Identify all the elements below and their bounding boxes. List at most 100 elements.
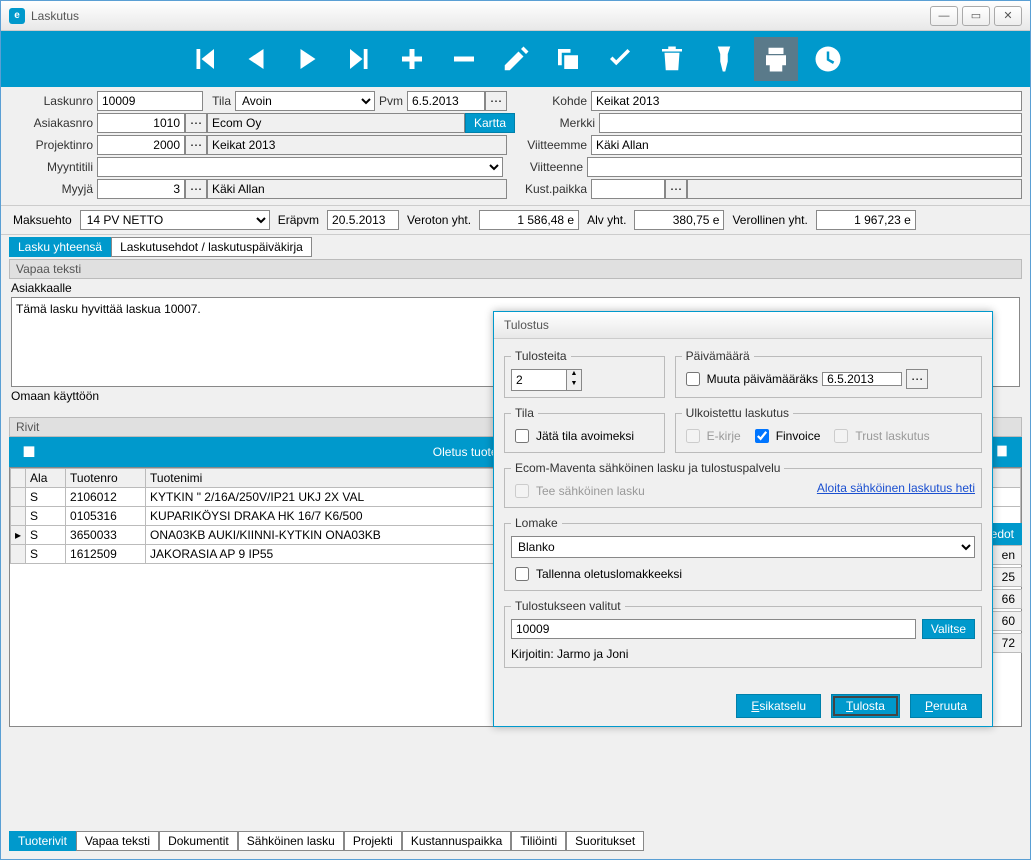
clock-icon[interactable]: [806, 37, 850, 81]
dialog-pvm-input[interactable]: [822, 372, 902, 386]
jata-avoimeksi-checkbox[interactable]: [515, 429, 529, 443]
valitut-input[interactable]: [511, 619, 916, 639]
last-record-icon[interactable]: [338, 37, 382, 81]
add-icon[interactable]: [390, 37, 434, 81]
bottom-tab-projekti[interactable]: Projekti: [344, 831, 402, 851]
tulosta-button[interactable]: Tulosta: [831, 694, 900, 718]
bottom-tab-tuoterivit[interactable]: Tuoterivit: [9, 831, 76, 851]
bottom-tab-vapaa-teksti[interactable]: Vapaa teksti: [76, 831, 159, 851]
close-button[interactable]: ✕: [994, 6, 1022, 26]
spin-up-icon[interactable]: ▲: [567, 370, 581, 380]
finvoice-checkbox[interactable]: [755, 429, 769, 443]
laskunro-input[interactable]: [97, 91, 203, 111]
tab-laskutusehdot[interactable]: Laskutusehdot / laskutuspäiväkirja: [111, 237, 312, 257]
summary-tabs: Lasku yhteensä Laskutusehdot / laskutusp…: [1, 235, 1030, 259]
prev-record-icon[interactable]: [234, 37, 278, 81]
print-icon[interactable]: [754, 37, 798, 81]
kirjoitin-label: Kirjoitin: Jarmo ja Joni: [511, 647, 975, 661]
muuta-pvm-checkbox[interactable]: [686, 372, 700, 386]
ulkoistettu-label: Ulkoistettu laskutus: [682, 406, 793, 420]
kustpaikka-lookup-button[interactable]: ⋯: [665, 179, 687, 199]
viitteenne-input[interactable]: [587, 157, 1022, 177]
confirm-icon[interactable]: [598, 37, 642, 81]
kohde-input[interactable]: [591, 91, 1022, 111]
projektinro-lookup-button[interactable]: ⋯: [185, 135, 207, 155]
asiakasnro-lookup-button[interactable]: ⋯: [185, 113, 207, 133]
minimize-button[interactable]: —: [930, 6, 958, 26]
maventa-label: Ecom-Maventa sähköinen lasku ja tulostus…: [511, 461, 784, 475]
col-tuotenro[interactable]: Tuotenro: [66, 469, 146, 488]
right-panel-cell: en: [988, 545, 1022, 565]
merkki-input[interactable]: [599, 113, 1022, 133]
pvm-picker-button[interactable]: ⋯: [485, 91, 507, 111]
row-details-icon[interactable]: [994, 443, 1010, 462]
tila-select[interactable]: Avoin: [235, 91, 375, 111]
myyja-label: Myyjä: [9, 182, 97, 196]
peruuta-button[interactable]: Peruuta: [910, 694, 982, 718]
lomake-select[interactable]: Blanko: [511, 536, 975, 558]
trash-icon[interactable]: [650, 37, 694, 81]
titlebar: e Laskutus — ▭ ✕: [1, 1, 1030, 31]
ekirje-checkbox: [686, 429, 700, 443]
bottom-tab-dokumentit[interactable]: Dokumentit: [159, 831, 238, 851]
kustpaikka-name: [687, 179, 1022, 199]
merkki-label: Merkki: [515, 116, 599, 130]
maksuehto-select[interactable]: 14 PV NETTO: [80, 210, 270, 230]
dialog-tila-label: Tila: [511, 406, 538, 420]
aloita-sahkoinen-link[interactable]: Aloita sähköinen laskutus heti: [817, 481, 975, 501]
bottom-tab-tili-inti[interactable]: Tiliöinti: [511, 831, 566, 851]
right-panel-cell: 72: [988, 633, 1022, 653]
tulosteita-spinner[interactable]: ▲▼: [511, 369, 658, 391]
myyntitili-select[interactable]: [97, 157, 503, 177]
copy-icon[interactable]: [546, 37, 590, 81]
muuta-pvm-label: Muuta päivämääräks: [707, 372, 818, 386]
viitteemme-input[interactable]: [591, 135, 1022, 155]
tab-lasku-yhteensa[interactable]: Lasku yhteensä: [9, 237, 111, 257]
freetext-section-header: Vapaa teksti: [9, 259, 1022, 279]
asiakasnro-input[interactable]: [97, 113, 185, 133]
myyja-lookup-button[interactable]: ⋯: [185, 179, 207, 199]
paivamaara-label: Päivämäärä: [682, 349, 754, 363]
print-dialog: Tulostus Tulosteita ▲▼ Päivämäärä Muuta …: [493, 311, 993, 727]
maximize-button[interactable]: ▭: [962, 6, 990, 26]
remove-icon[interactable]: [442, 37, 486, 81]
bottom-tab-kustannuspaikka[interactable]: Kustannuspaikka: [402, 831, 511, 851]
calendar-icon[interactable]: [21, 443, 37, 462]
kartta-button[interactable]: Kartta: [465, 113, 515, 133]
tila-label: Tila: [203, 94, 235, 108]
spin-down-icon[interactable]: ▼: [567, 380, 581, 390]
verollinen-value: 1 967,23 e: [816, 210, 916, 230]
laskunro-label: Laskunro: [9, 94, 97, 108]
right-panel-values: en25666072: [988, 545, 1022, 653]
myyja-no-input[interactable]: [97, 179, 185, 199]
kustpaikka-input[interactable]: [591, 179, 665, 199]
bottom-tabs: TuoterivitVapaa tekstiDokumentitSähköine…: [9, 831, 644, 851]
edit-icon[interactable]: [494, 37, 538, 81]
tulosteita-input[interactable]: [511, 369, 567, 391]
valitut-label: Tulostukseen valitut: [511, 599, 625, 613]
asiakkaalle-label: Asiakkaalle: [1, 279, 1030, 297]
bottom-tab-s-hk-inen-lasku[interactable]: Sähköinen lasku: [238, 831, 344, 851]
col-ala[interactable]: Ala: [26, 469, 66, 488]
pvm-input[interactable]: [407, 91, 485, 111]
myyntitili-label: Myyntitili: [9, 160, 97, 174]
dialog-pvm-picker[interactable]: ⋯: [906, 369, 928, 389]
app-icon: e: [9, 8, 25, 24]
projektinro-input[interactable]: [97, 135, 185, 155]
next-record-icon[interactable]: [286, 37, 330, 81]
esikatselu-button[interactable]: Esikatselu: [736, 694, 821, 718]
right-panel-cell: 60: [988, 611, 1022, 631]
bottom-tab-suoritukset[interactable]: Suoritukset: [566, 831, 644, 851]
dialog-title: Tulostus: [494, 312, 992, 339]
projektinro-label: Projektinro: [9, 138, 97, 152]
maksuehto-label: Maksuehto: [9, 213, 76, 227]
myyja-name: [207, 179, 507, 199]
trust-checkbox: [834, 429, 848, 443]
tallenna-oletus-checkbox[interactable]: [515, 567, 529, 581]
tulosteita-label: Tulosteita: [511, 349, 571, 363]
flashlight-icon[interactable]: [702, 37, 746, 81]
first-record-icon[interactable]: [182, 37, 226, 81]
valitse-button[interactable]: Valitse: [922, 619, 975, 639]
erapvm-input[interactable]: [327, 210, 399, 230]
tee-sahkoinen-checkbox: [515, 484, 529, 498]
